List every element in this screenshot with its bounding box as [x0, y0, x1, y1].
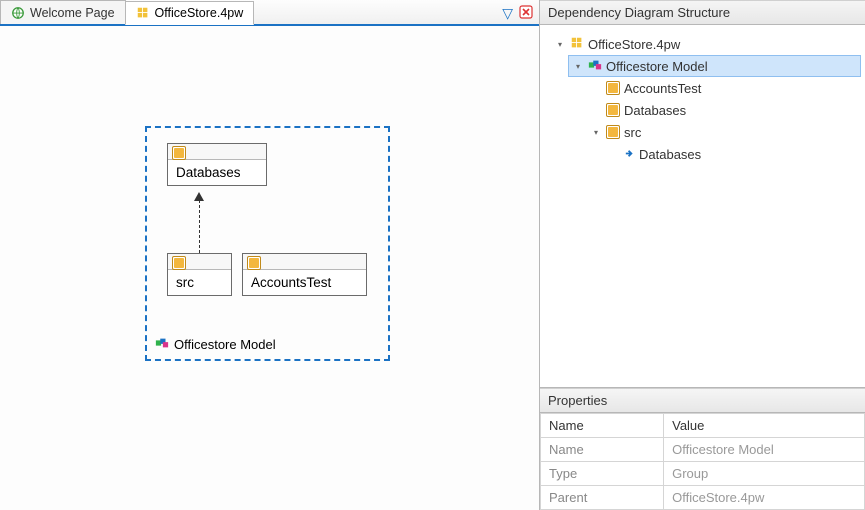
prop-row-type[interactable]: Type Group — [541, 462, 865, 486]
folder-icon — [606, 103, 620, 117]
tab-officestore[interactable]: OfficeStore.4pw — [125, 1, 255, 25]
twisty-none — [590, 82, 602, 94]
puzzle-icon — [570, 36, 584, 53]
model-icon — [588, 58, 602, 75]
tree-accountstest-label: AccountsTest — [624, 81, 701, 96]
tree-row-src[interactable]: ▾ src — [586, 121, 861, 143]
prop-row-name[interactable]: Name Officestore Model — [541, 438, 865, 462]
folder-icon — [172, 146, 186, 160]
prop-parent-label: Parent — [541, 486, 664, 510]
tab-actions: ▽ — [502, 5, 539, 24]
tree-row-src-databases[interactable]: Databases — [604, 143, 861, 165]
properties-table: Name Value Name Officestore Model Type G… — [540, 413, 865, 510]
props-col-value: Value — [664, 414, 865, 438]
twisty-none — [590, 104, 602, 116]
right-panels: Dependency Diagram Structure ▾ OfficeSto… — [540, 0, 865, 510]
tree-src-label: src — [624, 125, 641, 140]
node-databases[interactable]: Databases — [167, 143, 267, 186]
group-caption: Officestore Model — [155, 336, 276, 353]
editor-tabbar: Welcome Page OfficeStore.4pw ▽ — [0, 0, 539, 26]
tree-src-databases-label: Databases — [639, 147, 701, 162]
folder-icon — [606, 125, 620, 139]
prop-name-label: Name — [541, 438, 664, 462]
tab-officestore-label: OfficeStore.4pw — [155, 6, 244, 20]
diagram-canvas[interactable]: Databases src AccountsTest Officestore M… — [0, 26, 539, 510]
editor-pane: Welcome Page OfficeStore.4pw ▽ Databases… — [0, 0, 540, 510]
dependency-arrow-src-to-databases — [195, 192, 203, 253]
model-icon — [155, 336, 169, 353]
puzzle-icon — [136, 6, 150, 20]
tab-welcome-page[interactable]: Welcome Page — [0, 0, 126, 24]
tab-welcome-label: Welcome Page — [30, 6, 115, 20]
node-src-label: src — [168, 270, 231, 295]
structure-tree: ▾ OfficeStore.4pw ▾ Officestore Model — [540, 25, 865, 387]
tree-model-label: Officestore Model — [606, 59, 708, 74]
structure-panel-header: Dependency Diagram Structure — [540, 0, 865, 25]
tree-row-model[interactable]: ▾ Officestore Model — [568, 55, 861, 77]
folder-icon — [172, 256, 186, 270]
node-accountstest-label: AccountsTest — [243, 270, 366, 295]
props-col-name: Name — [541, 414, 664, 438]
dependency-arrow-icon — [624, 147, 635, 162]
chevron-down-icon[interactable]: ▾ — [590, 126, 602, 138]
node-databases-label: Databases — [168, 160, 266, 185]
twisty-none — [608, 148, 620, 160]
tree-root-label: OfficeStore.4pw — [588, 37, 680, 52]
prop-parent-value: OfficeStore.4pw — [664, 486, 865, 510]
node-src[interactable]: src — [167, 253, 232, 296]
properties-header: Properties — [540, 388, 865, 413]
group-officestore-model[interactable]: Databases src AccountsTest Officestore M… — [145, 126, 390, 361]
group-label: Officestore Model — [174, 337, 276, 352]
close-tab-icon[interactable] — [519, 5, 533, 22]
folder-icon — [247, 256, 261, 270]
tree-databases-label: Databases — [624, 103, 686, 118]
node-accountstest[interactable]: AccountsTest — [242, 253, 367, 296]
prop-name-value: Officestore Model — [664, 438, 865, 462]
tabs-menu-icon[interactable]: ▽ — [502, 5, 513, 22]
folder-icon — [606, 81, 620, 95]
prop-type-value: Group — [664, 462, 865, 486]
prop-row-parent[interactable]: Parent OfficeStore.4pw — [541, 486, 865, 510]
chevron-down-icon[interactable]: ▾ — [554, 38, 566, 50]
prop-type-label: Type — [541, 462, 664, 486]
globe-icon — [11, 6, 25, 20]
tree-row-root[interactable]: ▾ OfficeStore.4pw — [550, 33, 861, 55]
properties-panel: Properties Name Value Name Officestore M… — [540, 387, 865, 510]
chevron-down-icon[interactable]: ▾ — [572, 60, 584, 72]
tree-row-accountstest[interactable]: AccountsTest — [586, 77, 861, 99]
tree-row-databases[interactable]: Databases — [586, 99, 861, 121]
